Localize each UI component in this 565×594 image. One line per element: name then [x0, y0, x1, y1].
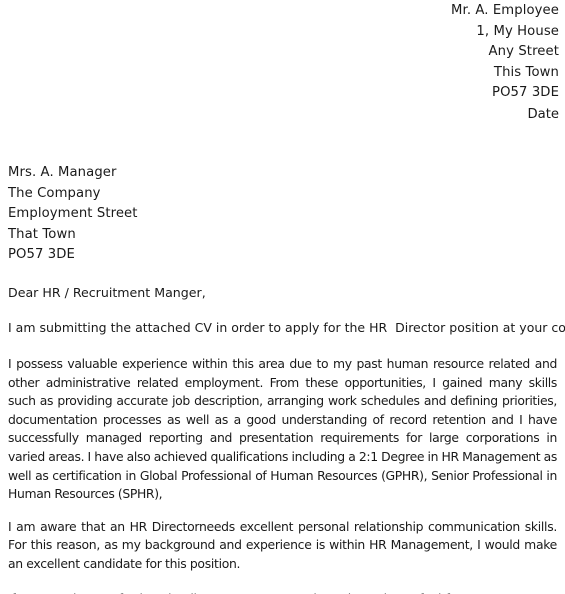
cover-letter-page: Mr. A. Employee 1, My House Any Street T… [0, 0, 565, 594]
recipient-postcode: PO57 3DE [8, 247, 75, 263]
date-label: Date [527, 107, 559, 122]
recipient-street: Employment Street [8, 206, 138, 222]
letter-body: Dear HR / Recruitment Manger, I am submi… [8, 285, 565, 594]
letter-paragraph-2: I possess valuable experience within thi… [8, 356, 557, 502]
recipient-city: That Town [8, 226, 76, 242]
sender-address-line-2: Any Street [488, 44, 559, 60]
letter-paragraph-4: If you require any further details, or t… [8, 590, 557, 594]
date-block: Date [527, 105, 559, 126]
letter-paragraph-3: I am aware that an HR Directorneeds exce… [8, 518, 557, 571]
sender-address-city: This Town [493, 64, 559, 80]
recipient-company: The Company [8, 185, 101, 201]
recipient-name: Mrs. A. Manager [8, 165, 117, 180]
sender-address-line-1: 1, My House [476, 23, 559, 39]
letter-paragraph-1: I am submitting the attached CV in order… [8, 320, 565, 335]
recipient-address-block: Mrs. A. Manager The Company Employment S… [8, 163, 138, 266]
letter-salutation: Dear HR / Recruitment Manger, [8, 285, 206, 300]
sender-name: Mr. A. Employee [451, 3, 559, 18]
sender-address-postcode: PO57 3DE [492, 85, 559, 101]
sender-address-block: Mr. A. Employee 1, My House Any Street T… [451, 1, 559, 104]
